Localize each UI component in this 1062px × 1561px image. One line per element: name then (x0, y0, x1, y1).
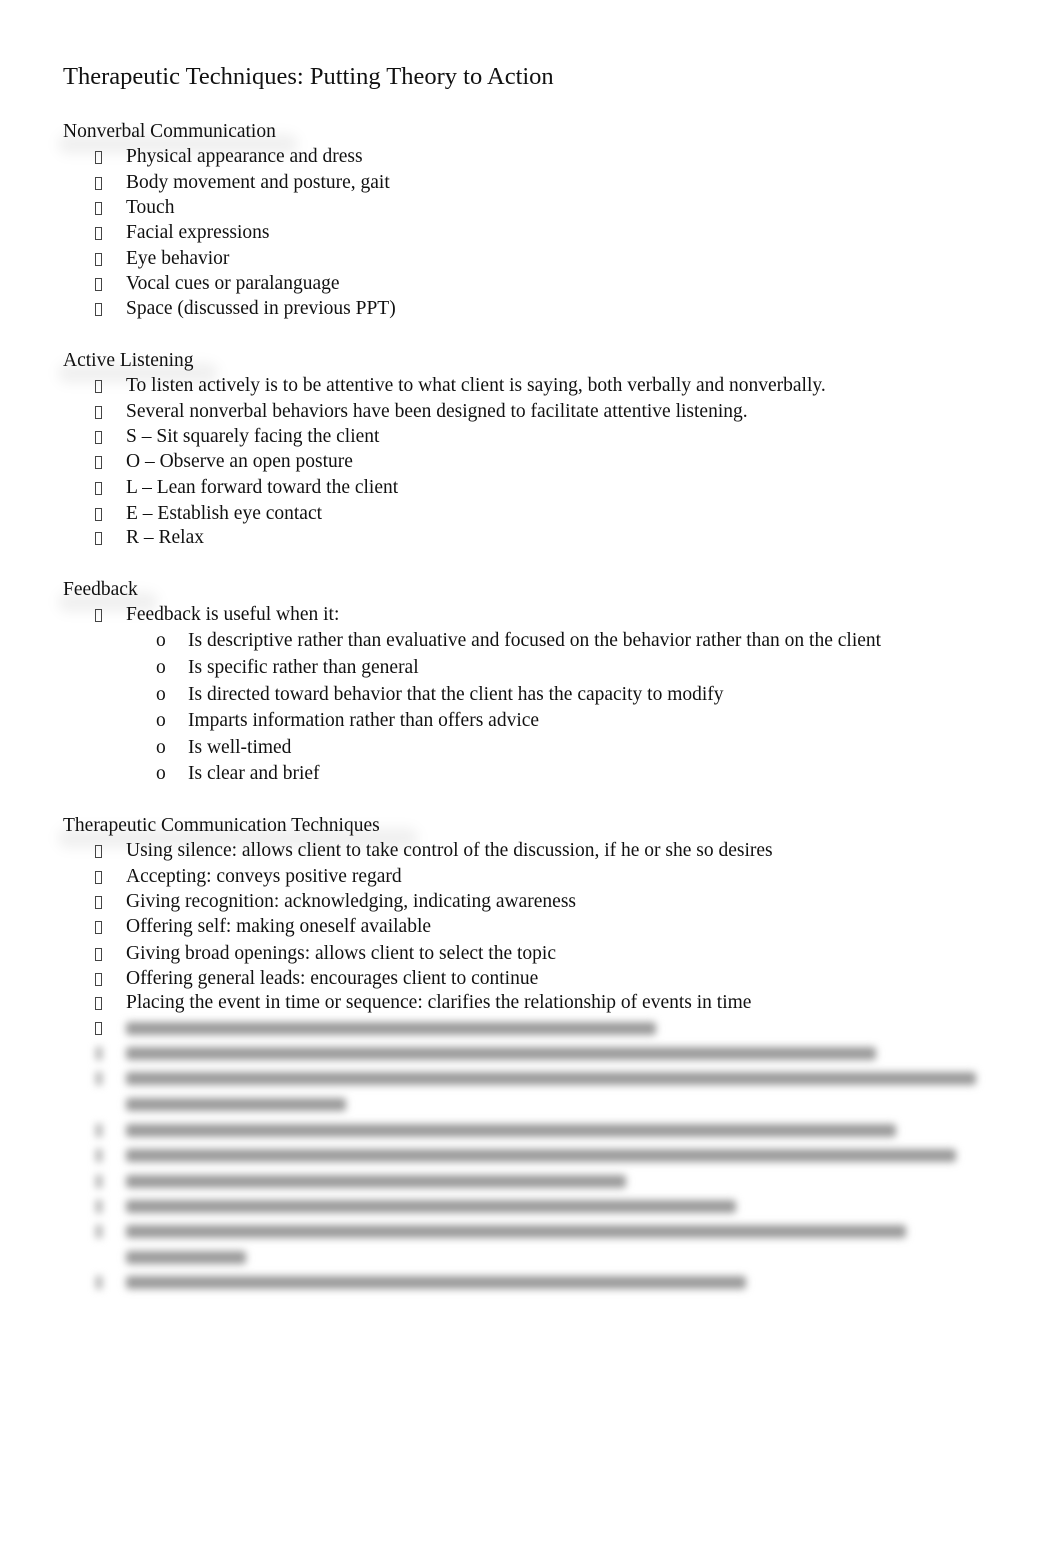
list-item-text: Placing the event in time or sequence: c… (126, 992, 752, 1013)
list-item-text: Physical appearance and dress (126, 146, 363, 167)
obscured-line (126, 1124, 896, 1137)
obscured-line (126, 1200, 736, 1213)
bullet-icon (95, 177, 102, 190)
obscured-content (90, 1016, 990, 1296)
list-item-text: Using silence: allows client to take con… (126, 840, 773, 861)
list-item-text: Vocal cues or paralanguage (126, 273, 340, 294)
bullet-icon (95, 303, 102, 316)
bullet-icon (95, 278, 102, 291)
obscured-line (126, 1047, 876, 1060)
bullet-icon (95, 227, 102, 240)
list-item-text: Body movement and posture, gait (126, 172, 390, 193)
list-item-text: S – Sit squarely facing the client (126, 426, 380, 447)
obscured-bullet (96, 1225, 102, 1238)
bullet-icon (95, 896, 102, 909)
obscured-bullet (96, 1200, 102, 1213)
obscured-line (126, 1251, 246, 1264)
bullet-icon (95, 845, 102, 858)
bullet-icon (95, 482, 102, 495)
section-heading-feedback: Feedback (63, 579, 138, 600)
section-heading-active-listening: Active Listening (63, 350, 194, 371)
bullet-icon (95, 871, 102, 884)
list-item-text: R – Relax (126, 527, 204, 548)
section-heading-therapeutic-communication: Therapeutic Communication Techniques (63, 815, 380, 836)
bullet-icon (95, 532, 102, 545)
circle-bullet-icon: o (156, 710, 166, 731)
bullet-icon (95, 508, 102, 521)
sub-list-item-text: Is specific rather than general (188, 657, 419, 678)
sub-list-item-text: Is directed toward behavior that the cli… (188, 684, 724, 705)
bullet-icon (95, 609, 102, 622)
obscured-bullet (96, 1072, 102, 1085)
list-item-text: Facial expressions (126, 222, 270, 243)
obscured-line (126, 1098, 346, 1111)
bullet-icon (95, 380, 102, 393)
bullet-icon (95, 921, 102, 934)
obscured-bullet (96, 1047, 102, 1060)
list-item-text: Feedback is useful when it: (126, 604, 340, 625)
obscured-line (126, 1149, 956, 1162)
obscured-line (126, 1072, 976, 1085)
bullet-icon (95, 431, 102, 444)
obscured-bullet (96, 1149, 102, 1162)
list-item-text: E – Establish eye contact (126, 503, 323, 524)
circle-bullet-icon: o (156, 763, 166, 784)
circle-bullet-icon: o (156, 737, 166, 758)
section-heading-nonverbal: Nonverbal Communication (63, 121, 276, 142)
list-item-text: O – Observe an open posture (126, 451, 353, 472)
bullet-icon (95, 997, 102, 1010)
bullet-icon (95, 456, 102, 469)
list-item-text: Offering general leads: encourages clien… (126, 968, 539, 989)
list-item-text: To listen actively is to be attentive to… (126, 375, 826, 396)
sub-list-item-text: Is well-timed (188, 737, 292, 758)
list-item-text: Touch (126, 197, 175, 218)
sub-list-item-text: Is descriptive rather than evaluative an… (188, 630, 882, 651)
circle-bullet-icon: o (156, 630, 166, 651)
obscured-line (126, 1276, 746, 1289)
list-item-text: Several nonverbal behaviors have been de… (126, 401, 748, 422)
bullet-icon (95, 948, 102, 961)
obscured-bullet (96, 1175, 102, 1188)
obscured-line (126, 1022, 656, 1035)
list-item-text: Giving recognition: acknowledging, indic… (126, 891, 577, 912)
list-item-text: Accepting: conveys positive regard (126, 866, 402, 887)
list-item-text: Eye behavior (126, 248, 230, 269)
bullet-icon (95, 973, 102, 986)
circle-bullet-icon: o (156, 657, 166, 678)
sub-list-item-text: Is clear and brief (188, 763, 320, 784)
obscured-bullet (96, 1276, 102, 1289)
bullet-icon (95, 253, 102, 266)
list-item-text: Space (discussed in previous PPT) (126, 298, 396, 319)
obscured-line (126, 1225, 906, 1238)
bullet-icon (95, 202, 102, 215)
circle-bullet-icon: o (156, 684, 166, 705)
list-item-text: Offering self: making oneself available (126, 916, 432, 937)
list-item-text: L – Lean forward toward the client (126, 477, 399, 498)
obscured-line (126, 1175, 626, 1188)
document-title: Therapeutic Techniques: Putting Theory t… (63, 63, 554, 90)
sub-list-item-text: Imparts information rather than offers a… (188, 710, 540, 731)
bullet-icon (95, 406, 102, 419)
obscured-bullet (96, 1124, 102, 1137)
bullet-icon (95, 151, 102, 164)
list-item-text: Giving broad openings: allows client to … (126, 943, 556, 964)
